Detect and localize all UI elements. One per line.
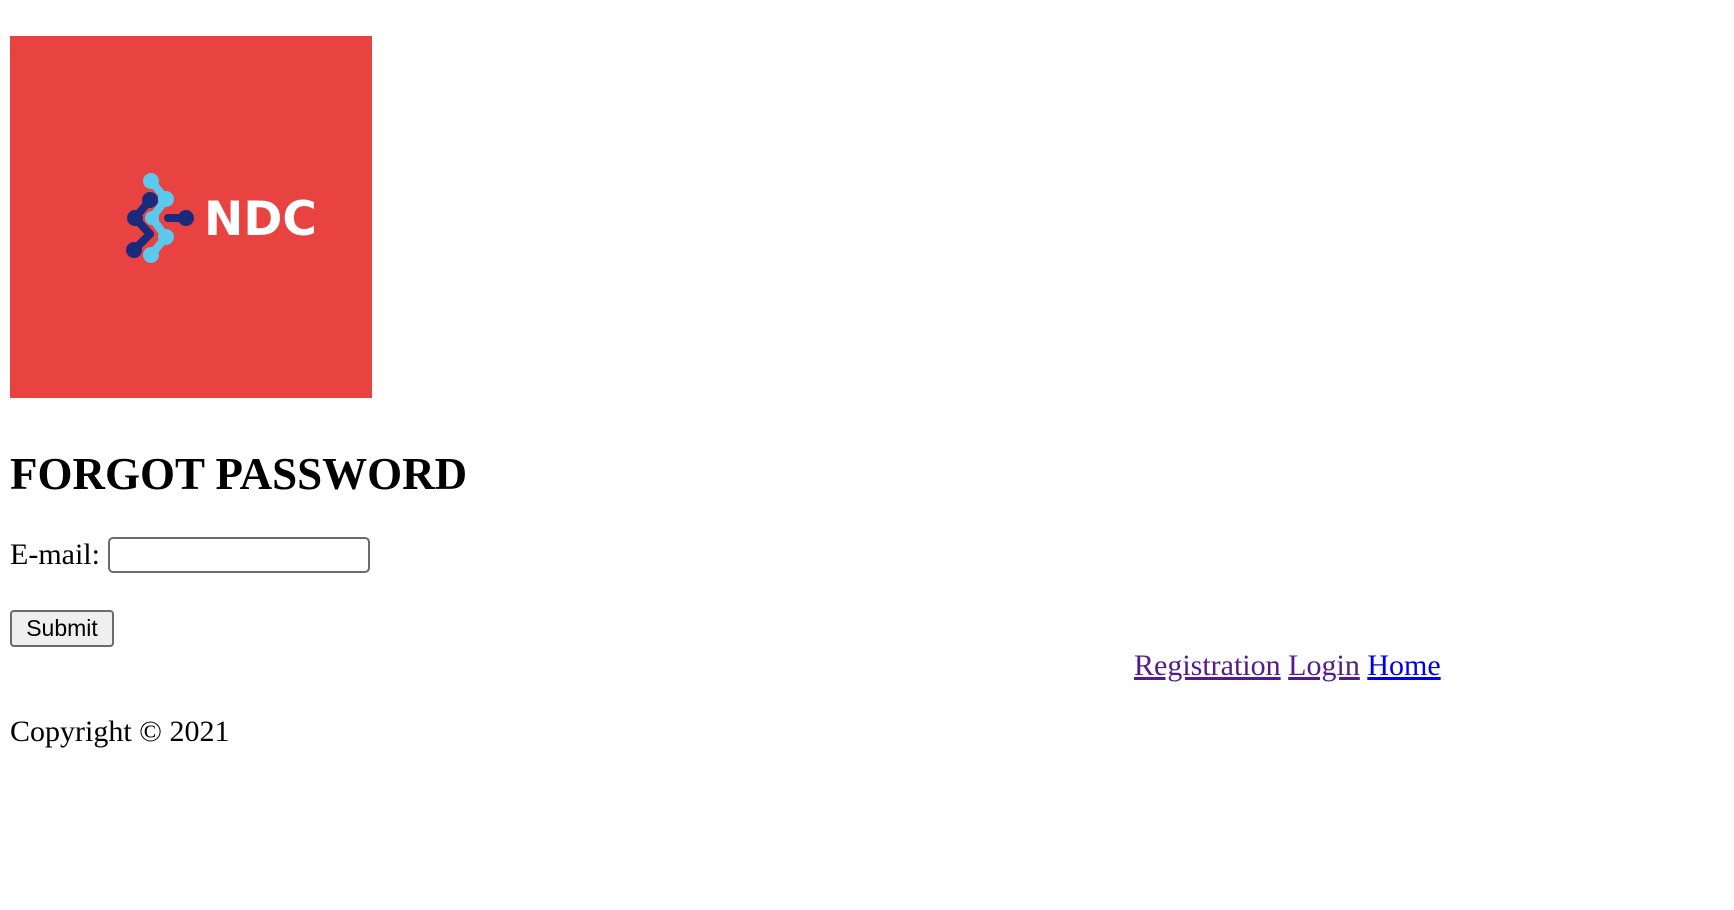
forgot-password-page: NDC FORGOT PASSWORD E-mail: Submit Regis… [0,0,1734,910]
logo-brand-text: NDC [204,192,317,247]
email-form-row: E-mail: [10,534,370,576]
home-link[interactable]: Home [1367,649,1440,682]
submit-button[interactable]: Submit [10,610,114,647]
email-field[interactable] [107,537,370,573]
login-link[interactable]: Login [1288,649,1360,682]
ndc-molecule-logo-icon: NDC [126,173,317,263]
footer-nav-links: Registration Login Home [1134,648,1441,684]
ndc-logo: NDC [10,36,372,398]
copyright-text: Copyright © 2021 [10,715,230,748]
page-title: FORGOT PASSWORD [10,449,468,499]
registration-link[interactable]: Registration [1134,649,1281,682]
email-label: E-mail: [10,538,100,571]
